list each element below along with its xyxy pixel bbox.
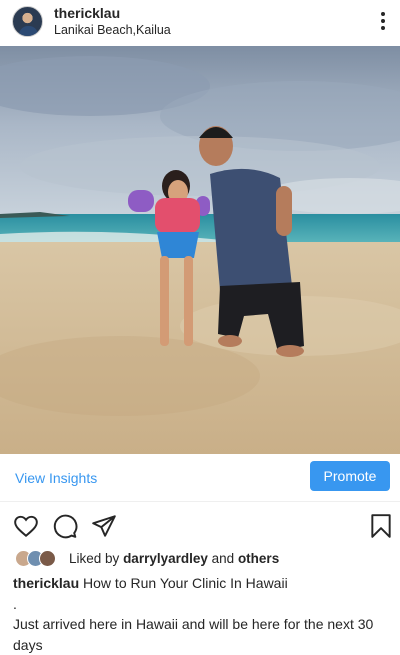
bookmark-icon[interactable] xyxy=(368,513,394,539)
beach-photo xyxy=(0,46,400,454)
caption-body: Just arrived here in Hawaii and will be … xyxy=(13,616,374,653)
heart-icon[interactable] xyxy=(13,513,39,539)
post-photo[interactable] xyxy=(0,46,400,454)
post-location[interactable]: Lanikai Beach,Kailua xyxy=(54,23,171,37)
liked-by-conjunction: and xyxy=(211,551,235,566)
likes-row: Liked by darrylyardley and others xyxy=(15,549,395,569)
insights-bar: View Insights Promote xyxy=(0,454,400,502)
caption-separator: . xyxy=(13,596,17,612)
view-insights-link[interactable]: View Insights xyxy=(15,470,97,486)
liked-by-others[interactable]: others xyxy=(238,551,279,566)
liked-by-user[interactable]: darrylyardley xyxy=(123,551,208,566)
promote-button[interactable]: Promote xyxy=(310,461,390,491)
avatar xyxy=(39,550,56,567)
liked-by-prefix: Liked by xyxy=(69,551,120,566)
post-header: thericklau Lanikai Beach,Kailua xyxy=(0,0,400,46)
liker-avatars[interactable] xyxy=(15,549,63,569)
caption-title: How to Run Your Clinic In Hawaii xyxy=(83,575,288,591)
avatar[interactable] xyxy=(12,6,43,37)
caption-username[interactable]: thericklau xyxy=(13,575,79,591)
comment-icon[interactable] xyxy=(52,513,78,539)
liked-by-text[interactable]: Liked by darrylyardley and others xyxy=(69,551,279,566)
caption: thericklau How to Run Your Clinic In Haw… xyxy=(13,575,288,591)
post-username[interactable]: thericklau xyxy=(54,5,120,21)
more-options-icon[interactable] xyxy=(380,12,386,30)
post-actions xyxy=(0,510,400,540)
paper-plane-icon[interactable] xyxy=(91,513,117,539)
